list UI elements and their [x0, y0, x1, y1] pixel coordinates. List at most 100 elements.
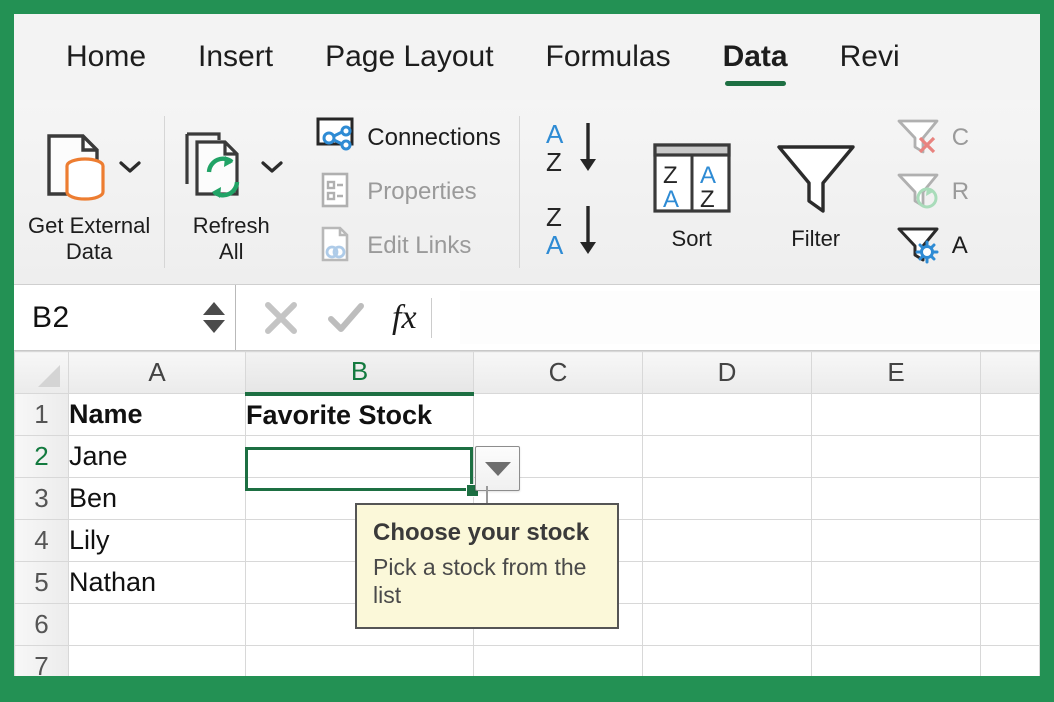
row-header-7[interactable]: 7: [14, 645, 69, 676]
tab-insert[interactable]: Insert: [172, 14, 299, 100]
row-header-4[interactable]: 4: [14, 519, 69, 562]
ribbon-group-get-external-data: Get External Data: [14, 100, 164, 284]
chevron-down-icon[interactable]: [119, 158, 141, 178]
column-header-a[interactable]: A: [68, 351, 246, 394]
tab-formulas[interactable]: Formulas: [520, 14, 697, 100]
cell-b2[interactable]: [245, 435, 474, 478]
connections-label: Connections: [367, 124, 501, 151]
cell-d5[interactable]: [642, 561, 812, 604]
column-header-e[interactable]: E: [811, 351, 981, 394]
filter-extras-list: C R A: [892, 116, 973, 268]
cell-f7[interactable]: [980, 645, 1040, 676]
properties-button[interactable]: Properties: [315, 170, 500, 214]
cell-e3[interactable]: [811, 477, 981, 520]
cell-e7[interactable]: [811, 645, 981, 676]
refresh-all-button[interactable]: Refresh All: [179, 119, 283, 265]
get-external-data-button[interactable]: Get External Data: [28, 119, 150, 265]
row-header-2[interactable]: 2: [14, 435, 69, 478]
cell-a4[interactable]: Lily: [68, 519, 246, 562]
select-all-corner[interactable]: [14, 351, 69, 394]
cell-c7[interactable]: [473, 645, 643, 676]
cell-b1[interactable]: Favorite Stock: [245, 393, 474, 436]
cell-d6[interactable]: [642, 603, 812, 646]
ribbon-group-filter: Filter: [754, 100, 878, 284]
edit-links-icon: [315, 224, 355, 269]
cell-a6[interactable]: [68, 603, 246, 646]
tab-review-label: Revi: [839, 40, 900, 73]
refresh-documents-icon: [179, 128, 255, 209]
tab-review[interactable]: Revi: [814, 14, 926, 100]
cell-b7[interactable]: [245, 645, 474, 676]
data-validation-dropdown-button[interactable]: [475, 446, 520, 491]
filter-button[interactable]: Filter: [768, 132, 864, 252]
formula-input[interactable]: [459, 291, 1040, 344]
cell-a5[interactable]: Nathan: [68, 561, 246, 604]
cell-f5[interactable]: [980, 561, 1040, 604]
name-box-spinner[interactable]: [203, 302, 225, 333]
cell-c1[interactable]: [473, 393, 643, 436]
column-header-d[interactable]: D: [642, 351, 812, 394]
tab-data[interactable]: Data: [697, 14, 814, 100]
row-header-1[interactable]: 1: [14, 393, 69, 436]
cell-d7[interactable]: [642, 645, 812, 676]
tab-page-layout[interactable]: Page Layout: [299, 14, 519, 100]
cell-a1[interactable]: Name: [68, 393, 246, 436]
cell-e6[interactable]: [811, 603, 981, 646]
svg-text:Z: Z: [663, 162, 678, 189]
column-header-f[interactable]: [980, 351, 1040, 394]
ribbon-group-refresh-all: Refresh All: [165, 100, 297, 284]
refresh-all-label-line2: All: [219, 239, 244, 264]
cell-a7[interactable]: [68, 645, 246, 676]
tab-formulas-label: Formulas: [545, 40, 671, 73]
confirm-check-icon[interactable]: [326, 299, 366, 337]
column-header-c[interactable]: C: [473, 351, 643, 394]
column-header-b[interactable]: B: [245, 351, 474, 396]
svg-text:A: A: [546, 119, 564, 149]
cell-a2[interactable]: Jane: [68, 435, 246, 478]
reapply-filter-button[interactable]: R: [896, 170, 969, 214]
cell-f6[interactable]: [980, 603, 1040, 646]
refresh-all-label: Refresh All: [193, 213, 270, 265]
connections-icon: [315, 116, 355, 161]
name-box[interactable]: B2: [14, 285, 236, 350]
cell-f1[interactable]: [980, 393, 1040, 436]
table-row: 2 Jane: [14, 435, 1040, 478]
row-header-5[interactable]: 5: [14, 561, 69, 604]
sort-descending-icon[interactable]: Z A: [542, 200, 608, 267]
row-header-3[interactable]: 3: [14, 477, 69, 520]
spinner-up-icon[interactable]: [203, 302, 225, 315]
get-external-data-label: Get External Data: [28, 213, 150, 265]
cell-a3[interactable]: Ben: [68, 477, 246, 520]
clear-filter-button[interactable]: C: [896, 116, 969, 160]
edit-links-button[interactable]: Edit Links: [315, 224, 500, 268]
cell-f2[interactable]: [980, 435, 1040, 478]
cell-d3[interactable]: [642, 477, 812, 520]
sort-arrow-list: A Z Z A: [534, 117, 616, 267]
reapply-filter-icon: [896, 170, 940, 215]
cell-e4[interactable]: [811, 519, 981, 562]
cell-e2[interactable]: [811, 435, 981, 478]
cell-d4[interactable]: [642, 519, 812, 562]
cancel-x-icon[interactable]: [262, 299, 300, 337]
row-header-6[interactable]: 6: [14, 603, 69, 646]
svg-text:Z: Z: [546, 202, 562, 232]
connections-button[interactable]: Connections: [315, 116, 501, 161]
name-box-value: B2: [32, 300, 70, 334]
sort-dialog-icon: Z A A Z: [649, 139, 735, 224]
tab-page-layout-label: Page Layout: [325, 40, 494, 73]
cell-e5[interactable]: [811, 561, 981, 604]
table-row: 1 Name Favorite Stock: [14, 393, 1040, 436]
cell-d1[interactable]: [642, 393, 812, 436]
advanced-filter-button[interactable]: A: [896, 224, 969, 268]
cell-d2[interactable]: [642, 435, 812, 478]
sort-button[interactable]: Z A A Z Sort: [644, 132, 740, 252]
insert-function-button[interactable]: fx: [392, 297, 432, 338]
cell-f3[interactable]: [980, 477, 1040, 520]
tab-home[interactable]: Home: [40, 14, 172, 100]
cell-e1[interactable]: [811, 393, 981, 436]
sort-ascending-icon[interactable]: A Z: [542, 117, 608, 184]
spinner-down-icon[interactable]: [203, 320, 225, 333]
chevron-down-icon[interactable]: [261, 158, 283, 178]
cell-f4[interactable]: [980, 519, 1040, 562]
edit-links-label: Edit Links: [367, 232, 472, 259]
